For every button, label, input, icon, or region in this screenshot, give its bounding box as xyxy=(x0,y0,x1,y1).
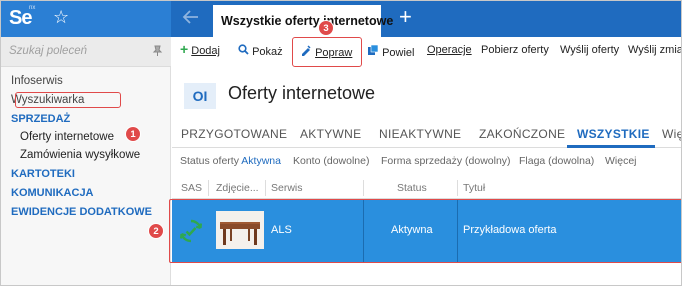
module-badge: OI xyxy=(184,83,216,109)
back-arrow-icon[interactable] xyxy=(181,7,201,32)
filter-konto[interactable]: Konto (dowolne) xyxy=(293,155,369,167)
operations-button[interactable]: Operacje xyxy=(427,44,472,56)
sidebar-section-sprzedaz[interactable]: SPRZEDAŻ xyxy=(11,113,70,125)
operations-button-label: Operacje xyxy=(427,44,472,56)
callout-box-row xyxy=(169,199,681,263)
tab-przygotowane[interactable]: PRZYGOTOWANE xyxy=(181,127,287,141)
tab-wszystkie[interactable]: WSZYSTKIE xyxy=(577,127,650,141)
send-offers-label: Wyślij oferty xyxy=(560,44,620,56)
column-divider xyxy=(363,180,364,196)
command-search-bar xyxy=(1,37,171,67)
add-button[interactable]: + Dodaj xyxy=(180,41,220,57)
duplicate-button[interactable]: Powiel xyxy=(367,44,414,59)
sidebar-section-komunikacja[interactable]: KOMUNIKACJA xyxy=(11,187,94,199)
callout-box-popraw xyxy=(292,37,362,67)
filter-status-value: Aktywna xyxy=(241,155,281,167)
column-divider xyxy=(208,180,209,196)
sidebar-item-oferty-internetowe[interactable]: Oferty internetowe xyxy=(20,131,114,143)
status-tabs: PRZYGOTOWANE AKTYWNE NIEAKTYWNE ZAKOŃCZO… xyxy=(172,121,681,148)
active-tab-indicator xyxy=(567,145,655,148)
toolbar: + Dodaj Pokaż Popraw Powiel Operacje Pob… xyxy=(172,37,681,67)
page-header: OI Oferty internetowe xyxy=(172,78,681,114)
filter-wiecej[interactable]: Więcej xyxy=(605,155,637,167)
favorites-star-icon[interactable]: ☆ xyxy=(53,7,69,28)
sidebar-item-infoserwis[interactable]: Infoserwis xyxy=(11,75,63,87)
send-changes-button[interactable]: Wyślij zmian xyxy=(628,44,681,56)
plus-icon: + xyxy=(180,41,189,57)
tab-wszystkie-oferty[interactable]: Wszystkie oferty internetowe xyxy=(213,3,393,37)
sidebar-item-zamowienia-wysylkowe[interactable]: Zamówienia wysyłkowe xyxy=(20,149,140,161)
column-header-serwis[interactable]: Serwis xyxy=(271,182,303,194)
sidebar: Infoserwis Wyszukiwarka SPRZEDAŻ Oferty … xyxy=(1,37,171,285)
app-logo-superscript: nx xyxy=(29,5,36,11)
send-changes-label: Wyślij zmian xyxy=(628,44,681,56)
tab-label: Wszystkie oferty internetowe xyxy=(221,14,394,28)
app-window: Se nx ☆ Wszystkie oferty internetowe + I… xyxy=(0,0,682,286)
duplicate-button-label: Powiel xyxy=(382,47,415,59)
filter-status-label: Status oferty xyxy=(180,155,239,167)
tab-nieaktywne[interactable]: NIEAKTYWNE xyxy=(379,127,461,141)
show-button[interactable]: Pokaż xyxy=(238,44,283,58)
tab-aktywne[interactable]: AKTYWNE xyxy=(300,127,361,141)
column-divider xyxy=(457,180,458,196)
filter-flaga[interactable]: Flaga (dowolna) xyxy=(519,155,594,167)
show-button-label: Pokaż xyxy=(252,46,283,58)
callout-box-sidebar xyxy=(15,92,121,108)
magnifier-icon xyxy=(238,44,249,58)
fetch-offers-label: Pobierz oferty xyxy=(481,44,549,56)
send-offers-button[interactable]: Wyślij oferty xyxy=(560,44,619,56)
pin-icon[interactable] xyxy=(152,45,163,59)
column-header-zdjecie[interactable]: Zdjęcie... xyxy=(216,182,259,194)
tab-wiecej[interactable]: Wię xyxy=(662,127,681,141)
sidebar-section-ewidencje[interactable]: EWIDENCJE DODATKOWE xyxy=(11,206,152,218)
new-tab-plus-icon[interactable]: + xyxy=(399,4,412,30)
add-button-label: Dodaj xyxy=(191,45,220,57)
copy-icon xyxy=(367,44,379,59)
filter-forma-sprzedazy[interactable]: Forma sprzedaży (dowolny) xyxy=(381,155,511,167)
grid-header: SAS Zdjęcie... Serwis Status Tytuł xyxy=(172,177,681,199)
sidebar-section-kartoteki[interactable]: KARTOTEKI xyxy=(11,168,75,180)
column-divider xyxy=(265,180,266,196)
column-header-status[interactable]: Status xyxy=(397,182,427,194)
page-title: Oferty internetowe xyxy=(228,83,376,103)
column-header-tytul[interactable]: Tytuł xyxy=(463,182,485,194)
callout-badge-3: 3 xyxy=(318,20,334,36)
callout-badge-2: 2 xyxy=(148,223,164,239)
filter-status[interactable]: Status oferty Aktywna xyxy=(180,155,281,167)
command-search-input[interactable] xyxy=(9,45,144,57)
column-header-sas[interactable]: SAS xyxy=(181,182,202,194)
filter-bar: Status oferty Aktywna Konto (dowolne) Fo… xyxy=(172,150,681,172)
callout-badge-1: 1 xyxy=(125,126,141,142)
fetch-offers-button[interactable]: Pobierz oferty xyxy=(481,44,549,56)
tab-zakonczone[interactable]: ZAKOŃCZONE xyxy=(479,127,565,141)
